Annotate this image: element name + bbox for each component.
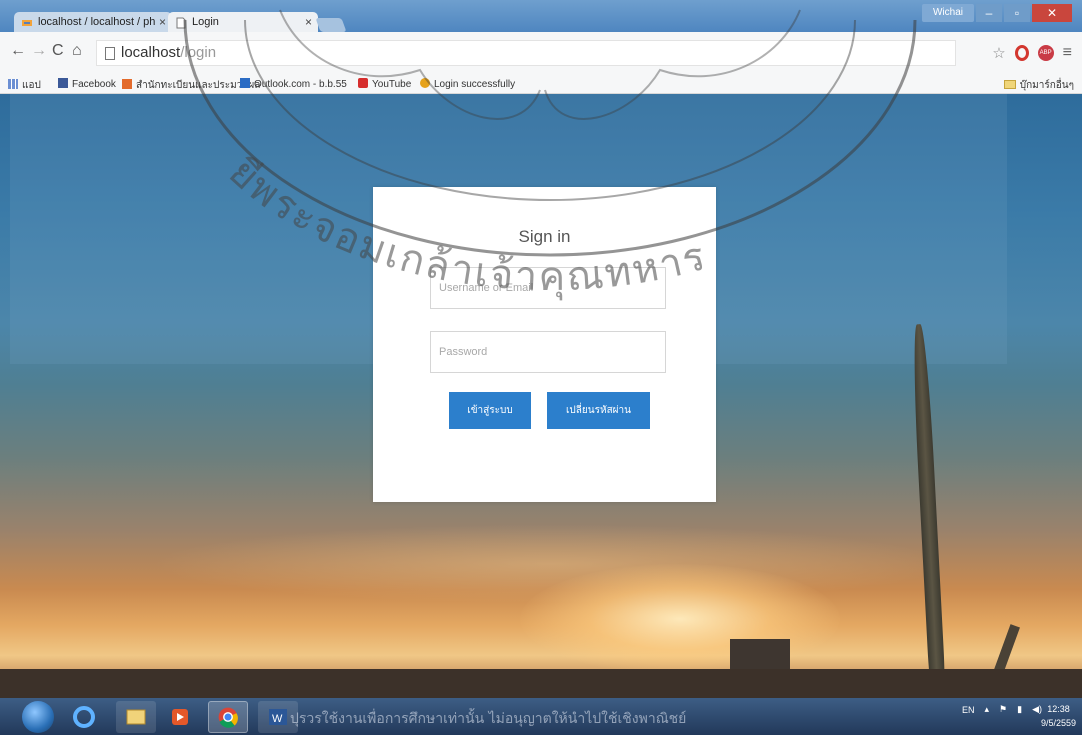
bookmark-youtube[interactable]: YouTube (358, 78, 411, 90)
page-icon (176, 17, 186, 29)
language-indicator[interactable]: EN (962, 705, 975, 715)
password-input[interactable] (430, 331, 666, 373)
media-player-icon[interactable] (160, 701, 200, 733)
start-button[interactable] (22, 701, 54, 733)
file-explorer-icon[interactable] (116, 701, 156, 733)
system-tray: EN ▴ ⚑ ▮ ◀) (962, 704, 1042, 715)
change-password-button[interactable]: เปลี่ยนรหัสผ่าน (547, 392, 650, 429)
windows-taskbar: W ปุรวรใช้งานเพื่อการศึกษาเท่านั้น ไม่อน… (0, 698, 1082, 735)
window-controls: Wichai – ▫ ✕ (922, 4, 1072, 22)
new-tab-button[interactable] (315, 18, 347, 32)
close-window-button[interactable]: ✕ (1032, 4, 1072, 22)
tab-phpmyadmin[interactable]: localhost / localhost / ph × (14, 12, 172, 34)
bookmark-login-successfully[interactable]: Login successfully (420, 78, 515, 90)
adblock-icon[interactable]: ABP (1037, 45, 1054, 61)
outlook-icon (240, 78, 250, 88)
internet-explorer-icon[interactable] (64, 701, 104, 733)
username-input[interactable] (430, 267, 666, 309)
address-bar[interactable]: localhost/login (96, 40, 956, 66)
opera-icon[interactable] (1014, 45, 1029, 61)
extension-area: ☆ ABP ≡ (992, 44, 1072, 62)
site-icon (420, 78, 430, 88)
folder-icon (1003, 80, 1016, 89)
browser-tab-strip: localhost / localhost / ph × Login × Wic… (0, 0, 1082, 34)
tray-expand-icon[interactable]: ▴ (985, 704, 990, 715)
back-arrow-icon[interactable]: ← (10, 42, 26, 60)
facebook-icon (58, 78, 68, 88)
address-path: /login (180, 44, 217, 61)
chrome-icon[interactable] (208, 701, 248, 733)
tab-login[interactable]: Login × (168, 12, 318, 34)
profile-button[interactable]: Wichai (922, 4, 974, 22)
minimize-button[interactable]: – (976, 4, 1002, 22)
reload-icon[interactable]: C (52, 42, 64, 60)
watermark-footer-text: ปุรวรใช้งานเพื่อการศึกษาเท่านั้น ไม่อนุญ… (290, 711, 687, 727)
svg-text:W: W (272, 713, 283, 725)
browser-toolbar: ← → C ⌂ localhost/login ☆ ABP ≡ (0, 32, 1082, 72)
clock[interactable]: 12:38 9/5/2559 (1041, 702, 1076, 730)
tab-label: localhost / localhost / ph (38, 16, 156, 28)
bookmarks-bar: แอป Facebook สำนักทะเบียนและประมวลผล Out… (0, 72, 1082, 94)
forward-arrow-icon[interactable]: → (31, 42, 47, 60)
close-tab-icon[interactable]: × (305, 15, 312, 29)
youtube-icon (358, 78, 368, 88)
phpmyadmin-icon (22, 20, 32, 26)
network-icon[interactable]: ▮ (1017, 704, 1022, 715)
bookmark-facebook[interactable]: Facebook (58, 78, 116, 90)
tab-label: Login (192, 16, 219, 28)
background-ground (0, 669, 1082, 698)
page-icon (105, 47, 115, 60)
bookmark-outlook[interactable]: Outlook.com - b.b.55 (240, 78, 347, 90)
other-bookmarks[interactable]: บุ๊กมาร์กอื่นๆ (1003, 78, 1074, 93)
menu-icon[interactable]: ≡ (1063, 44, 1072, 62)
clock-time: 12:38 (1047, 704, 1070, 714)
close-tab-icon[interactable]: × (159, 15, 166, 29)
site-icon (122, 79, 132, 89)
clock-date: 9/5/2559 (1040, 718, 1076, 728)
desktop-screen: localhost / localhost / ph × Login × Wic… (0, 0, 1082, 735)
home-icon[interactable]: ⌂ (72, 42, 82, 60)
bookmark-apps[interactable]: แอป (8, 78, 41, 93)
background-sunset (520, 564, 840, 674)
maximize-button[interactable]: ▫ (1004, 4, 1030, 22)
address-host: localhost (121, 44, 181, 61)
background-grass-stalk (910, 323, 946, 685)
login-title: Sign in (518, 227, 571, 246)
apps-grid-icon (8, 79, 18, 89)
bookmark-star-icon[interactable]: ☆ (992, 44, 1005, 62)
action-center-flag-icon[interactable]: ⚑ (999, 704, 1007, 715)
login-card: Sign in เข้าสู่ระบบ เปลี่ยนรหัสผ่าน (373, 187, 716, 502)
login-button[interactable]: เข้าสู่ระบบ (449, 392, 531, 429)
